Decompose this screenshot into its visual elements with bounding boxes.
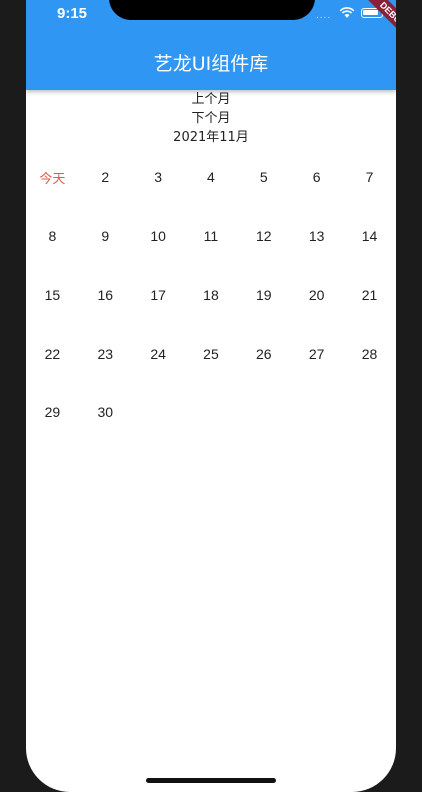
calendar-day[interactable]: 5 [237, 148, 290, 207]
calendar-day[interactable]: 13 [290, 207, 343, 266]
app-bar: 9:15 .... DEBUG 艺龙UI组件库 [26, 0, 396, 90]
calendar-day[interactable]: 16 [79, 266, 132, 325]
calendar-empty-cell [343, 383, 396, 442]
calendar-day[interactable]: 22 [26, 324, 79, 383]
calendar-day[interactable]: 20 [290, 266, 343, 325]
home-indicator [146, 778, 276, 783]
calendar-day-today[interactable]: 今天 [26, 148, 79, 207]
calendar-day[interactable]: 12 [237, 207, 290, 266]
calendar-day[interactable]: 23 [79, 324, 132, 383]
calendar-week-row: 22 23 24 25 26 27 28 [26, 324, 396, 383]
calendar-day[interactable]: 30 [79, 383, 132, 442]
calendar-day[interactable]: 9 [79, 207, 132, 266]
signal-icon: .... [316, 10, 332, 21]
calendar-week-row: 8 9 10 11 12 13 14 [26, 207, 396, 266]
calendar-week-row: 今天 2 3 4 5 6 7 [26, 148, 396, 207]
phone-frame: 9:15 .... DEBUG 艺龙UI组件库 上个月 下个月 2021年11月… [0, 0, 422, 792]
calendar-day[interactable]: 26 [237, 324, 290, 383]
calendar-empty-cell [290, 383, 343, 442]
calendar-day[interactable]: 19 [237, 266, 290, 325]
calendar-empty-cell [237, 383, 290, 442]
device-notch [109, 0, 315, 20]
calendar-day[interactable]: 29 [26, 383, 79, 442]
calendar-empty-cell [132, 383, 185, 442]
calendar-day[interactable]: 17 [132, 266, 185, 325]
calendar-empty-cell [185, 383, 238, 442]
calendar-day[interactable]: 21 [343, 266, 396, 325]
app-screen: 9:15 .... DEBUG 艺龙UI组件库 上个月 下个月 2021年11月… [26, 0, 396, 792]
prev-month-button[interactable]: 上个月 [26, 90, 396, 109]
calendar-day[interactable]: 25 [185, 324, 238, 383]
next-month-button[interactable]: 下个月 [26, 109, 396, 128]
calendar-day[interactable]: 11 [185, 207, 238, 266]
status-time: 9:15 [57, 5, 88, 22]
calendar-week-row: 29 30 [26, 383, 396, 442]
calendar-day[interactable]: 4 [185, 148, 238, 207]
calendar-day[interactable]: 18 [185, 266, 238, 325]
calendar-day[interactable]: 14 [343, 207, 396, 266]
calendar-day[interactable]: 7 [343, 148, 396, 207]
calendar-day[interactable]: 28 [343, 324, 396, 383]
calendar-day[interactable]: 27 [290, 324, 343, 383]
calendar-day[interactable]: 15 [26, 266, 79, 325]
calendar-day[interactable]: 2 [79, 148, 132, 207]
wifi-icon [339, 7, 355, 18]
calendar-day[interactable]: 6 [290, 148, 343, 207]
month-controls: 上个月 下个月 2021年11月 [26, 90, 396, 147]
month-label: 2021年11月 [173, 130, 249, 145]
page-title: 艺龙UI组件库 [153, 53, 269, 75]
calendar-day[interactable]: 8 [26, 207, 79, 266]
calendar-day[interactable]: 24 [132, 324, 185, 383]
calendar-grid: 今天 2 3 4 5 6 7 8 9 10 11 12 13 14 15 16 17 18 19 20 21 22 23 24… [26, 148, 396, 442]
calendar-week-row: 15 16 17 18 19 20 21 [26, 266, 396, 325]
calendar-day[interactable]: 10 [132, 207, 185, 266]
calendar-day[interactable]: 3 [132, 148, 185, 207]
